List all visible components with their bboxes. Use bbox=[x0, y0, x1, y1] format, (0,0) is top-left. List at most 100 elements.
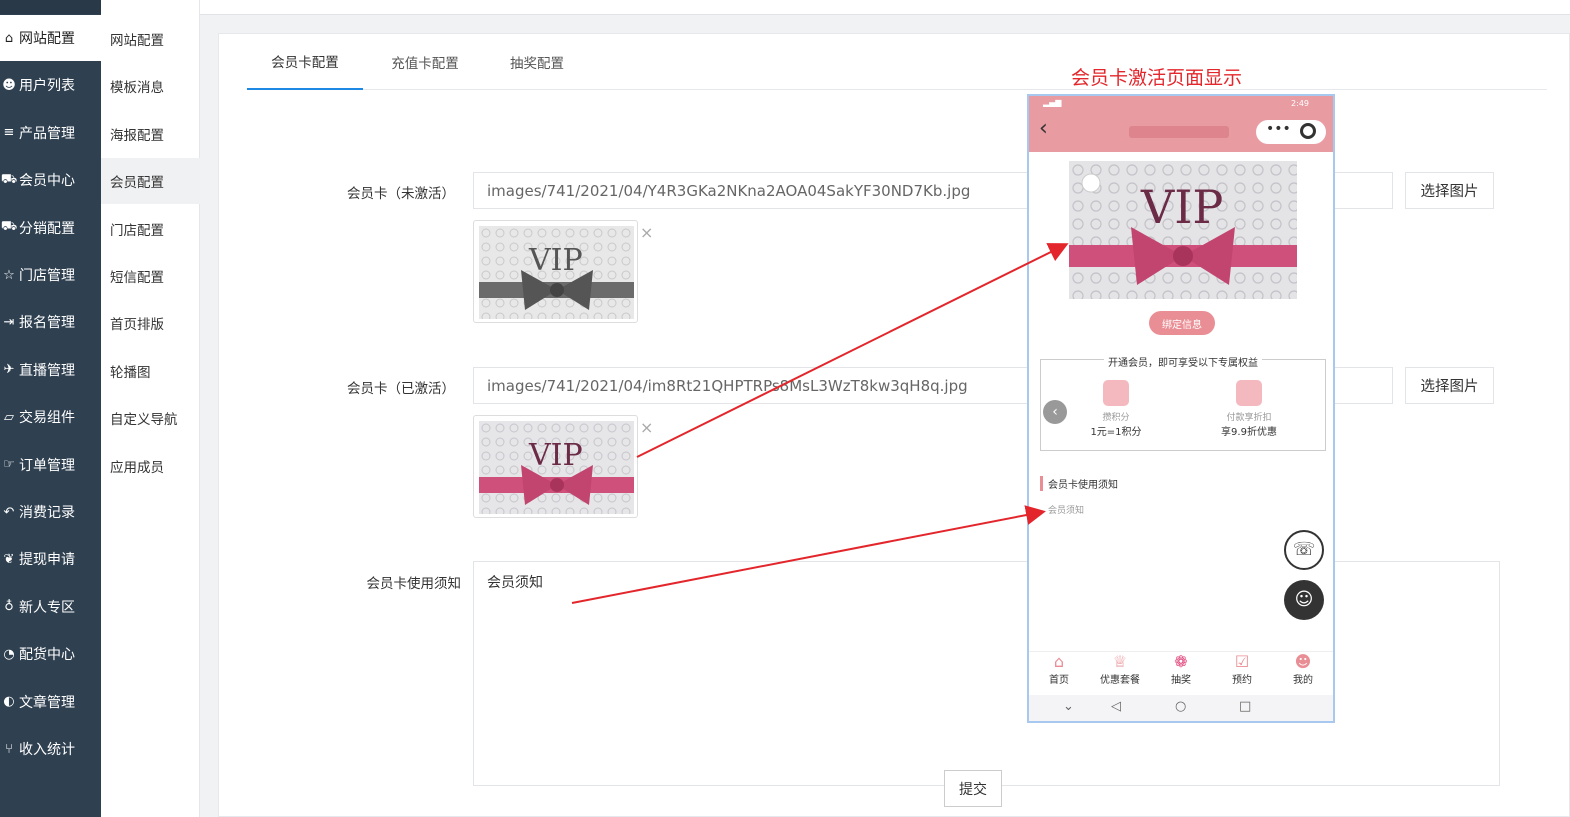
phone-status-bar: ▂▄▆ 2:49 bbox=[1029, 96, 1333, 112]
booking-icon: ☑ bbox=[1234, 652, 1250, 671]
submenu-item-0[interactable]: 网站配置 bbox=[101, 16, 200, 62]
sidebar-item-14[interactable]: ◐ 文章管理 bbox=[0, 679, 101, 725]
bind-info-button[interactable]: 绑定信息 bbox=[1149, 311, 1215, 335]
sidebar-item-label: 用户列表 bbox=[19, 78, 75, 95]
sidebar-item-12[interactable]: ♁ 新人专区 bbox=[0, 584, 101, 630]
phone-tab-lottery[interactable]: ❁ 抽奖 bbox=[1151, 652, 1211, 686]
phone-preview: ▂▄▆ 2:49 ‹ ••• VIP 绑定信息 开通会员，即可享受以下专属权益 … bbox=[1027, 94, 1335, 723]
cart-icon: ⛟ bbox=[0, 171, 18, 187]
home-icon: ⌂ bbox=[4, 30, 14, 46]
sidebar-item-8[interactable]: ▱ 交易组件 bbox=[0, 394, 101, 440]
submit-button[interactable]: 提交 bbox=[944, 770, 1002, 807]
sidebar-item-label: 收入统计 bbox=[19, 742, 75, 758]
submenu-item-2[interactable]: 海报配置 bbox=[101, 111, 200, 157]
nav-down-icon[interactable]: ⌄ bbox=[1063, 699, 1074, 714]
close-capsule-icon[interactable] bbox=[1300, 123, 1316, 139]
sidebar-item-label: 文章管理 bbox=[19, 694, 75, 711]
android-nav-bar: ⌄ ◁ ○ □ bbox=[1029, 695, 1333, 721]
tab-lottery[interactable]: 抽奖配置 bbox=[501, 34, 573, 90]
tab-bar: 会员卡配置 充值卡配置 抽奖配置 bbox=[247, 34, 1547, 90]
active-pick-image-button[interactable]: 选择图片 bbox=[1405, 367, 1494, 404]
sidebar-item-11[interactable]: ❦ 提现申请 bbox=[0, 536, 101, 582]
phone-annotation-title: 会员卡激活页面显示 bbox=[1071, 67, 1243, 89]
mini-program-capsule[interactable]: ••• bbox=[1256, 120, 1326, 144]
svg-text:VIP: VIP bbox=[1140, 180, 1223, 234]
sidebar-item-5[interactable]: ☆ 门店管理 bbox=[0, 252, 101, 298]
reply-icon: ↶ bbox=[3, 504, 15, 520]
submenu-item-6[interactable]: 首页排版 bbox=[101, 300, 200, 346]
signal-icon: ▂▄▆ bbox=[1043, 98, 1062, 107]
sidebar-item-label: 直播管理 bbox=[19, 362, 75, 379]
more-icon[interactable]: ••• bbox=[1266, 121, 1291, 137]
back-icon[interactable]: ‹ bbox=[1039, 116, 1048, 141]
phone-tab-mine[interactable]: ☻ 我的 bbox=[1273, 652, 1333, 686]
submenu-item-9[interactable]: 应用成员 bbox=[101, 443, 200, 489]
phone-call-icon[interactable]: ☏ bbox=[1284, 530, 1324, 570]
customer-service-icon[interactable]: ☺ bbox=[1284, 580, 1324, 620]
nav-recent-icon[interactable]: □ bbox=[1239, 699, 1251, 714]
sidebar-item-4[interactable]: ⛟ 分销配置 bbox=[0, 205, 101, 251]
signin-icon: ⇥ bbox=[3, 314, 15, 330]
sidebar-item-label: 配货中心 bbox=[19, 647, 75, 664]
nav-home-icon[interactable]: ○ bbox=[1175, 699, 1186, 714]
phone-tab-package[interactable]: ♕ 优惠套餐 bbox=[1090, 652, 1150, 686]
vip-card-pink-image: VIP bbox=[479, 421, 634, 514]
phone-tab-booking[interactable]: ☑ 预约 bbox=[1212, 652, 1272, 686]
sidebar-item-label: 分销配置 bbox=[19, 220, 75, 237]
user-icon: ☻ bbox=[1294, 652, 1312, 671]
sidebar-item-2[interactable]: ≡ 产品管理 bbox=[0, 110, 101, 156]
notice-textarea[interactable]: 会员须知 bbox=[473, 561, 1500, 786]
sidebar-item-13[interactable]: ◔ 配货中心 bbox=[0, 631, 101, 677]
user-icon: ☻ bbox=[2, 77, 16, 93]
sidebar-item-label: 产品管理 bbox=[19, 125, 75, 142]
chef-icon: ♕ bbox=[1112, 652, 1128, 671]
top-header bbox=[200, 0, 1570, 15]
active-remove-icon[interactable]: × bbox=[640, 418, 653, 437]
benefits-box: 开通会员，即可享受以下专属权益 攒积分 1元=1积分 付款享折扣 享9.9折优惠 bbox=[1040, 358, 1326, 451]
carousel-prev-icon[interactable]: ‹ bbox=[1043, 400, 1067, 424]
sidebar-item-3[interactable]: ⛟ 会员中心 bbox=[0, 157, 101, 203]
sidebar-item-label: 报名管理 bbox=[19, 315, 75, 332]
star-icon: ☆ bbox=[3, 267, 15, 283]
pie-icon: ◔ bbox=[3, 646, 15, 662]
inactive-pick-image-button[interactable]: 选择图片 bbox=[1405, 172, 1494, 209]
benefits-title: 开通会员，即可享受以下专属权益 bbox=[1041, 354, 1325, 369]
svg-text:VIP: VIP bbox=[528, 438, 583, 473]
sidebar-item-label: 订单管理 bbox=[19, 457, 75, 474]
tab-recharge-card[interactable]: 充值卡配置 bbox=[379, 34, 471, 90]
active-card-thumbnail: VIP bbox=[473, 415, 638, 518]
sidebar-item-label: 会员中心 bbox=[19, 173, 75, 190]
inactive-card-label: 会员卡（未激活） bbox=[347, 186, 455, 202]
submenu-item-1[interactable]: 模板消息 bbox=[101, 63, 200, 109]
sidebar-item-7[interactable]: ✈ 直播管理 bbox=[0, 347, 101, 393]
sidebar-item-15[interactable]: ⑂ 收入统计 bbox=[0, 726, 101, 772]
submenu-item-4[interactable]: 门店配置 bbox=[101, 206, 200, 252]
sidebar-item-1[interactable]: ☻ 用户列表 bbox=[0, 62, 101, 108]
sidebar-item-6[interactable]: ⇥ 报名管理 bbox=[0, 299, 101, 345]
sidebar-item-10[interactable]: ↶ 消费记录 bbox=[0, 489, 101, 535]
sidebar-item-0[interactable]: ⌂ 网站配置 bbox=[0, 15, 101, 61]
blurred-title bbox=[1129, 126, 1229, 138]
sidebar-item-label: 新人专区 bbox=[19, 599, 75, 616]
sidebar-item-label: 提现申请 bbox=[19, 552, 75, 569]
nav-back-icon[interactable]: ◁ bbox=[1111, 699, 1121, 714]
wechat-icon: ❦ bbox=[3, 551, 15, 567]
sidebar-item-9[interactable]: ☞ 订单管理 bbox=[0, 442, 101, 488]
inactive-card-thumbnail: VIP bbox=[473, 220, 638, 323]
phone-tab-home[interactable]: ⌂ 首页 bbox=[1029, 652, 1089, 686]
phone-tab-bar: ⌂ 首页 ♕ 优惠套餐 ❁ 抽奖 ☑ 预约 ☻ 我的 bbox=[1029, 651, 1333, 695]
config-panel: 会员卡配置 充值卡配置 抽奖配置 会员卡（未激活） images/741/202… bbox=[218, 33, 1570, 817]
sidebar-item-label: 网站配置 bbox=[19, 31, 75, 47]
submenu-item-5[interactable]: 短信配置 bbox=[101, 253, 200, 299]
plane-icon: ✈ bbox=[3, 362, 15, 378]
svg-text:VIP: VIP bbox=[528, 243, 583, 278]
home-icon: ⌂ bbox=[1053, 652, 1065, 671]
tab-member-card[interactable]: 会员卡配置 bbox=[247, 34, 363, 90]
sidebar-top bbox=[0, 0, 101, 14]
submenu-item-7[interactable]: 轮播图 bbox=[101, 348, 200, 394]
submenu-item-8[interactable]: 自定义导航 bbox=[101, 395, 200, 441]
contrast-icon: ◐ bbox=[3, 694, 15, 710]
inactive-remove-icon[interactable]: × bbox=[640, 223, 653, 242]
lottery-icon: ❁ bbox=[1174, 652, 1188, 671]
submenu-item-3[interactable]: 会员配置 bbox=[101, 158, 200, 205]
